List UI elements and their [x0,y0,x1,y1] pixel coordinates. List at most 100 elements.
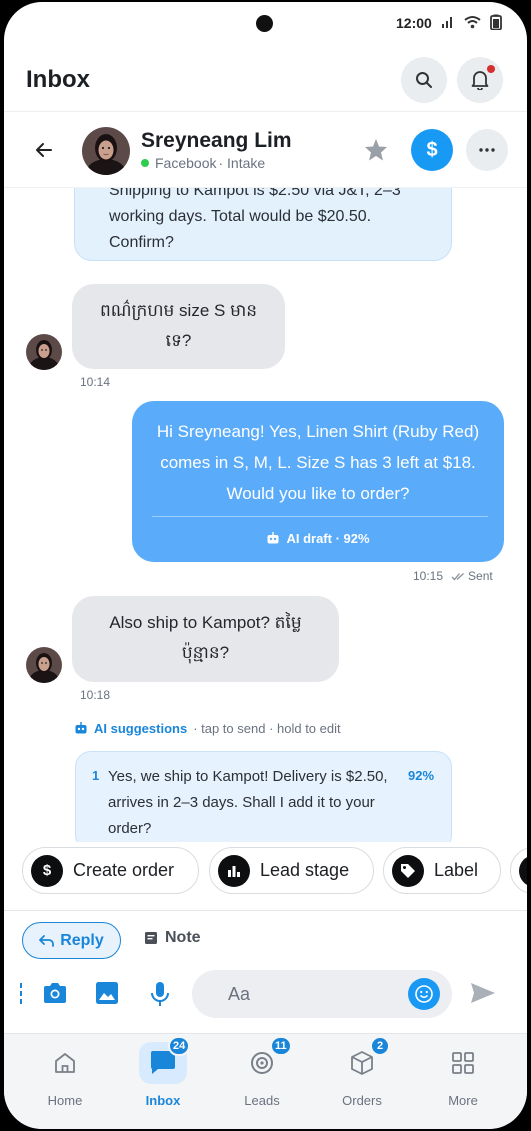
target-icon [251,1052,273,1074]
more-horizontal-icon [479,148,495,152]
contact-avatar[interactable] [82,127,130,175]
robot-icon [267,532,279,544]
avatar-image [82,127,130,175]
contact-avatar [26,334,62,370]
message-thread[interactable]: Shipping to Kampot is $2.50 via J&T, 2–3… [4,187,527,842]
notification-dot [487,65,495,73]
chip-label: Lead stage [260,860,350,880]
bubble-divider [152,516,488,517]
search-icon [416,72,432,88]
dollar-icon: $ [426,138,438,161]
nav-icon-container [41,1042,89,1084]
arrow-left-icon [36,143,52,157]
ai-suggestions-title: AI suggestions [94,721,188,736]
ai-draft-label: AI draft · 92% [132,531,504,546]
home-icon [55,1053,75,1073]
nav-inbox[interactable]: 24 Inbox [113,1034,213,1129]
chip-label: Create order [73,860,175,880]
suggestion-card[interactable]: 1 Yes, we ship to Kampot! Delivery is $2… [75,751,452,842]
conversation-header: Sreyneang Lim Facebook · Intake $ [4,113,527,187]
online-status-dot [141,159,149,167]
status-time: 12:00 [396,15,432,31]
bar-chart-icon [218,854,250,887]
composer [4,967,527,1029]
contact-avatar [26,647,62,683]
contact-subtitle: Facebook · Intake [141,155,265,171]
emoji-button[interactable] [408,978,440,1010]
payment-button[interactable]: $ [411,129,453,171]
nav-icon-container [439,1042,487,1084]
robot-icon [75,722,87,734]
search-button[interactable] [401,57,447,103]
send-icon [471,983,495,1003]
nav-badge: 24 [168,1036,191,1056]
camera-icon [44,983,66,1003]
nav-label: Orders [342,1093,382,1108]
contact-stage: · Intake [218,155,266,171]
microphone-icon [151,982,169,1006]
nav-label: Leads [244,1093,280,1108]
tag-icon [392,854,424,887]
dollar-icon: $ [31,854,63,887]
ai-suggestions-hint: · tap to send · hold to edit [193,721,341,736]
camera-button[interactable] [42,981,68,1010]
nav-home[interactable]: Home [15,1034,115,1129]
nav-label: More [448,1093,478,1108]
star-button[interactable] [364,138,388,166]
nav-badge: 2 [370,1036,390,1056]
nav-more[interactable]: More [413,1034,513,1129]
back-button[interactable] [32,138,56,162]
status-bar: 12:00 [4,2,527,48]
message-meta: 10:15 Sent [413,569,493,583]
more-options-button[interactable] [466,129,508,171]
phone-screen: 12:00 Inbox Shipping to Kampot is $2.50 … [4,2,527,1129]
more-chip[interactable] [510,847,527,894]
double-check-icon [451,572,464,580]
nav-label: Inbox [145,1093,181,1108]
incoming-message[interactable]: ពណ៌ក្រហម size S មាន ទេ? [72,284,285,369]
chip-label: Label [434,860,479,880]
gallery-button[interactable] [95,981,119,1010]
avatar-image [26,334,62,370]
battery-icon [490,14,502,30]
nav-orders[interactable]: 2 Orders [312,1034,412,1129]
image-icon [96,982,118,1004]
suggestion-number: 1 [92,768,100,783]
status-icons [441,14,502,30]
quick-actions-bar[interactable]: $ Create order Lead stage Label [4,842,527,910]
star-icon [365,139,387,161]
message-time: 10:18 [80,688,111,702]
incoming-message[interactable]: Also ship to Kampot? តម្លៃ ប៉ុន្មាន? [72,596,339,682]
grid-icon [452,1052,474,1074]
outgoing-message[interactable]: Hi Sreyneang! Yes, Linen Shirt (Ruby Red… [132,401,504,562]
contact-channel: Facebook [155,155,217,171]
lead-stage-chip[interactable]: Lead stage [209,847,374,894]
ai-draft-text: AI draft · 92% [286,531,370,546]
avatar-image [26,647,62,683]
send-button[interactable] [470,982,496,1009]
delivery-status: Sent [468,569,493,583]
note-tab-label: Note [165,929,201,946]
package-icon [351,1051,373,1075]
composer-expand-handle[interactable] [20,983,22,1005]
notifications-button[interactable] [457,57,503,103]
nav-badge: 11 [270,1036,292,1056]
app-bar: Inbox [4,48,527,112]
camera-cutout [256,15,273,32]
voice-button[interactable] [150,981,170,1012]
nav-label: Home [47,1093,83,1108]
label-chip[interactable]: Label [383,847,501,894]
bottom-navigation: Home 24 Inbox 11 Leads 2 Orders More [4,1033,527,1129]
note-tab[interactable]: Note [144,929,201,947]
reply-tab-label: Reply [60,931,104,949]
create-order-chip[interactable]: $ Create order [22,847,199,894]
smiley-icon [415,985,433,1003]
message-time: 10:14 [80,375,111,389]
reply-tab[interactable]: Reply [22,922,121,959]
nav-leads[interactable]: 11 Leads [212,1034,312,1129]
bell-icon [471,71,489,90]
reply-arrow-icon [39,934,55,947]
ai-suggestions-header: AI suggestions · tap to send · hold to e… [74,721,341,736]
divider [4,910,527,911]
chip-overflow-icon [519,854,527,887]
